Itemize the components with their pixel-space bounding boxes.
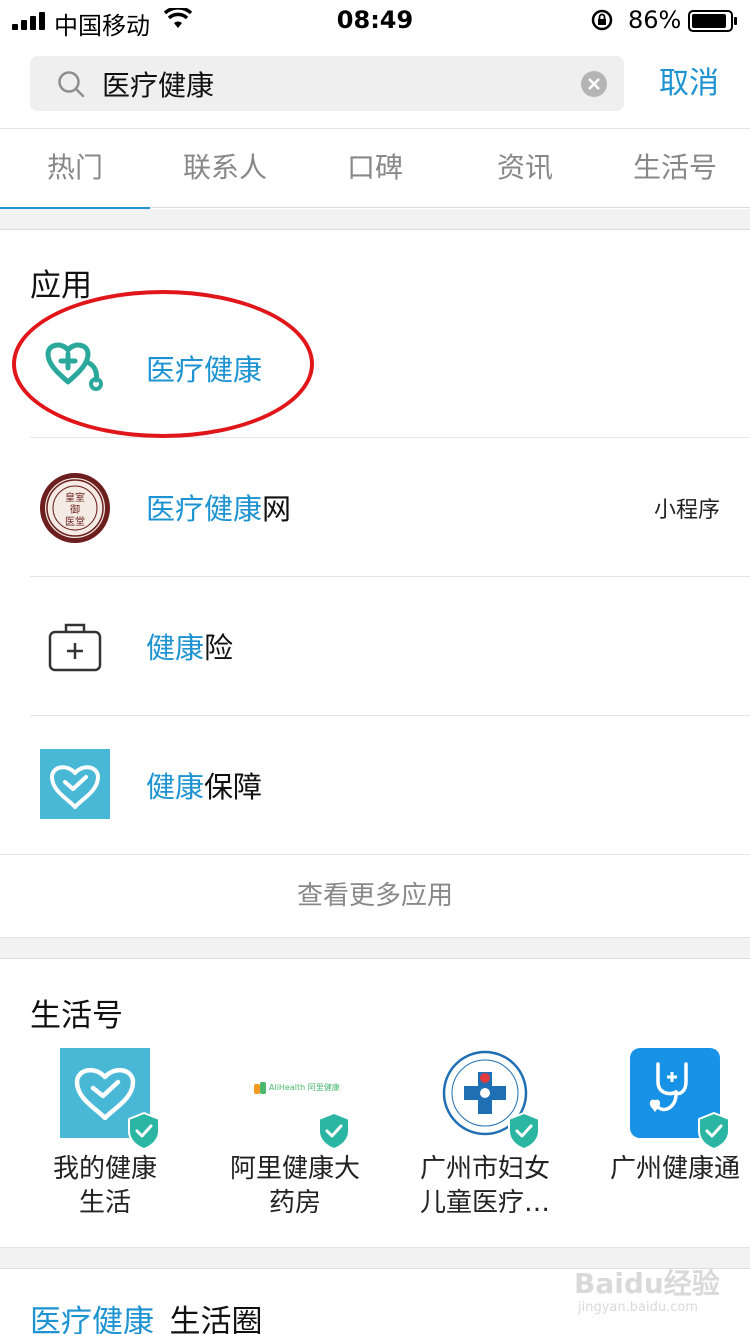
svg-text:御: 御 (70, 503, 80, 516)
watermark-url: jingyan.baidu.com (578, 1300, 698, 1315)
app-row-medical-health-net[interactable]: 皇室 御 医堂 医疗健康网 小程序 (0, 438, 750, 577)
section-separator (0, 209, 750, 230)
life-account-name: 广州健康通 (609, 1154, 740, 1184)
svg-text:皇室: 皇室 (65, 491, 85, 504)
heart-check-icon (40, 749, 110, 819)
alihealth-logo-text: AliHealth 阿里健康大药房 (269, 1082, 340, 1092)
life-account-name: 阿里健康大 药房 (229, 1154, 360, 1218)
category-tabs: 热门 联系人 口碑 资讯 生活号 (0, 128, 750, 210)
app-row-medical-health[interactable]: 医疗健康 (0, 299, 750, 438)
watermark-text: Baidu经验 (574, 1267, 720, 1300)
clear-search-icon[interactable] (580, 70, 608, 98)
life-account-name: 广州市妇女 儿童医疗… (419, 1154, 550, 1218)
app-name: 健康险 (146, 631, 234, 665)
battery-icon (688, 10, 737, 32)
status-bar: 中国移动 08:49 86% (0, 0, 750, 40)
mini-program-badge: 小程序 (653, 498, 720, 523)
verified-badge-icon (318, 1112, 350, 1150)
tab-life-accounts[interactable]: 生活号 (600, 129, 750, 209)
baidu-jingyan-watermark: Baidu经验 jingyan.baidu.com (574, 1262, 724, 1324)
life-section-title: 生活号 (30, 998, 123, 1034)
verified-badge-icon (698, 1112, 730, 1150)
rotation-lock-icon (591, 9, 613, 31)
verified-badge-icon (508, 1112, 540, 1150)
app-name: 健康保障 (146, 770, 263, 804)
seal-logo: 皇室 御 医堂 (40, 473, 110, 543)
search-bar (30, 56, 624, 111)
app-row-health-insurance[interactable]: 健康险 (0, 577, 750, 716)
verified-badge-icon (128, 1112, 160, 1150)
more-apps-link[interactable]: 查看更多应用 (0, 855, 750, 937)
cancel-button[interactable]: 取消 (644, 62, 734, 106)
app-row-health-protection[interactable]: 健康保障 (0, 716, 750, 855)
tab-contacts[interactable]: 联系人 (150, 129, 300, 209)
svg-text:医堂: 医堂 (65, 516, 85, 528)
life-account-name: 我的健康 生活 (52, 1154, 157, 1218)
app-name: 医疗健康网 (146, 492, 292, 526)
search-input[interactable] (102, 64, 582, 104)
tab-hot[interactable]: 热门 (0, 129, 150, 210)
tab-koubei[interactable]: 口碑 (300, 129, 450, 209)
app-name: 医疗健康 (146, 353, 263, 387)
tab-news[interactable]: 资讯 (450, 129, 600, 209)
stethoscope-icon (45, 342, 103, 391)
section-separator (0, 937, 750, 959)
battery-percent: 86% (628, 6, 682, 34)
life-circle-title[interactable]: 医疗健康_生活圈 (30, 1296, 263, 1334)
medical-kit-icon (48, 623, 102, 672)
search-icon (58, 71, 85, 98)
